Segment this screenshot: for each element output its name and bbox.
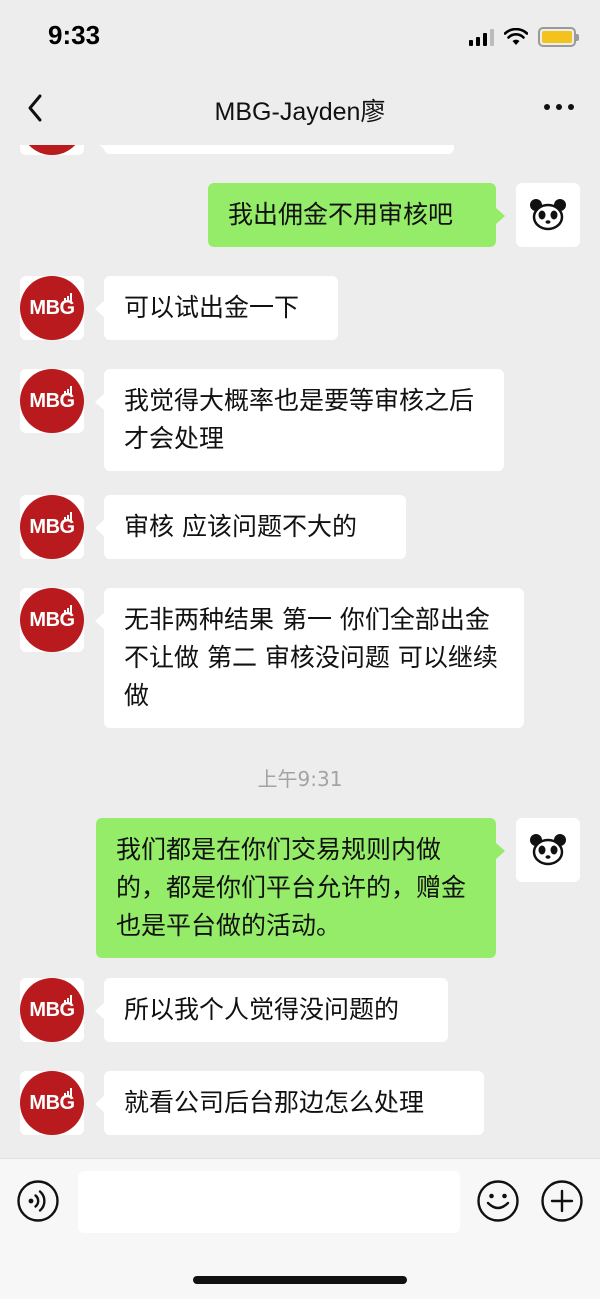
contact-avatar[interactable]: MBG <box>20 588 84 652</box>
plus-icon[interactable] <box>540 1179 584 1223</box>
received-message-bubble[interactable]: 我觉得大概率也是要等审核之后 才会处理 <box>95 369 504 471</box>
my-avatar[interactable] <box>516 818 580 882</box>
voice-icon[interactable] <box>16 1179 60 1223</box>
chat-title: MBG-Jayden廖 <box>214 98 386 126</box>
my-avatar[interactable] <box>516 183 580 247</box>
chat-area[interactable]: 我出佣金不用审核吧 MBG 可以试出金一下 MBG 我觉得大概率也是要等审核之后… <box>0 0 600 1160</box>
contact-avatar[interactable]: MBG <box>20 978 84 1042</box>
received-message-bubble[interactable]: 可以试出金一下 <box>95 276 338 340</box>
contact-avatar[interactable]: MBG <box>20 276 84 340</box>
contact-avatar[interactable]: MBG <box>20 369 84 433</box>
received-message-bubble[interactable]: 审核 应该问题不大的 <box>95 495 406 559</box>
nav-bar: MBG-Jayden廖 <box>0 70 600 145</box>
contact-avatar[interactable]: MBG <box>20 1071 84 1135</box>
home-indicator[interactable] <box>193 1276 407 1284</box>
sent-message-bubble[interactable]: 我们都是在你们交易规则内做的，都是你们平台允许的，赠金也是平台做的活动。 <box>96 818 505 958</box>
panda-avatar-icon <box>530 834 566 866</box>
message-input[interactable] <box>78 1171 460 1233</box>
received-message-bubble[interactable]: 就看公司后台那边怎么处理 <box>95 1071 484 1135</box>
emoji-icon[interactable] <box>476 1179 520 1223</box>
sent-message-bubble[interactable]: 我出佣金不用审核吧 <box>208 183 505 247</box>
panda-avatar-icon <box>530 199 566 231</box>
received-message-bubble[interactable]: 无非两种结果 第一 你们全部出金不让做 第二 审核没问题 可以继续做 <box>95 588 524 728</box>
more-icon[interactable] <box>544 104 574 110</box>
contact-avatar[interactable]: MBG <box>20 495 84 559</box>
timestamp: 上午9:31 <box>257 767 343 791</box>
received-message-bubble[interactable]: 所以我个人觉得没问题的 <box>95 978 448 1042</box>
